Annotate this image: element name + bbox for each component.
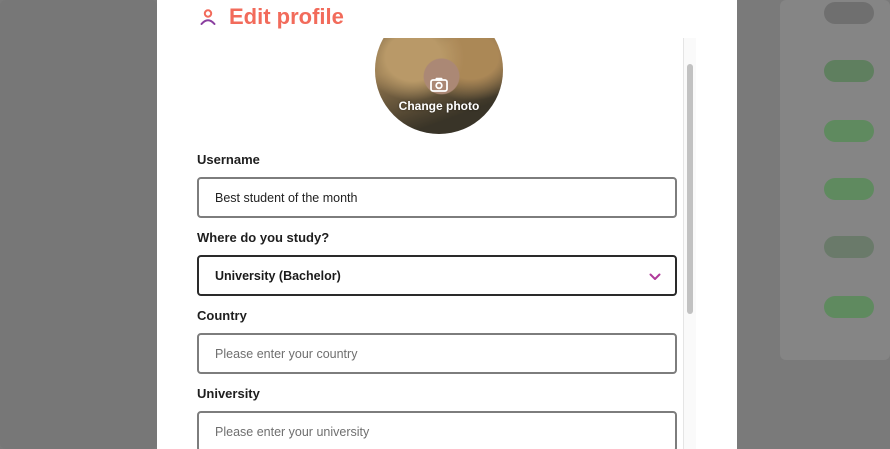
username-field[interactable]: Best student of the month <box>197 177 677 218</box>
username-value: Best student of the month <box>215 190 358 205</box>
university-field[interactable]: Please enter your university <box>197 411 677 449</box>
edit-profile-modal: Edit profile Change photo Username Best … <box>157 0 737 449</box>
change-photo-button[interactable]: Change photo <box>399 99 480 113</box>
scrollbar-thumb[interactable] <box>687 64 693 314</box>
university-placeholder: Please enter your university <box>215 424 370 439</box>
country-field[interactable]: Please enter your country <box>197 333 677 374</box>
university-label: University <box>197 386 260 401</box>
camera-icon <box>430 77 448 97</box>
study-select[interactable]: University (Bachelor) <box>197 255 677 296</box>
avatar[interactable]: Change photo <box>375 38 503 134</box>
modal-title: Edit profile <box>229 4 344 29</box>
country-label: Country <box>197 308 247 323</box>
study-selected-value: University (Bachelor) <box>215 268 341 283</box>
form-scroll-area[interactable]: Change photo Username Best student of th… <box>197 38 697 449</box>
country-placeholder: Please enter your country <box>215 346 358 361</box>
person-icon <box>197 6 219 28</box>
scrollbar[interactable] <box>683 38 696 449</box>
chevron-down-icon <box>649 270 661 284</box>
username-label: Username <box>197 152 260 167</box>
modal-header: Edit profile <box>197 2 344 32</box>
study-label: Where do you study? <box>197 230 330 245</box>
